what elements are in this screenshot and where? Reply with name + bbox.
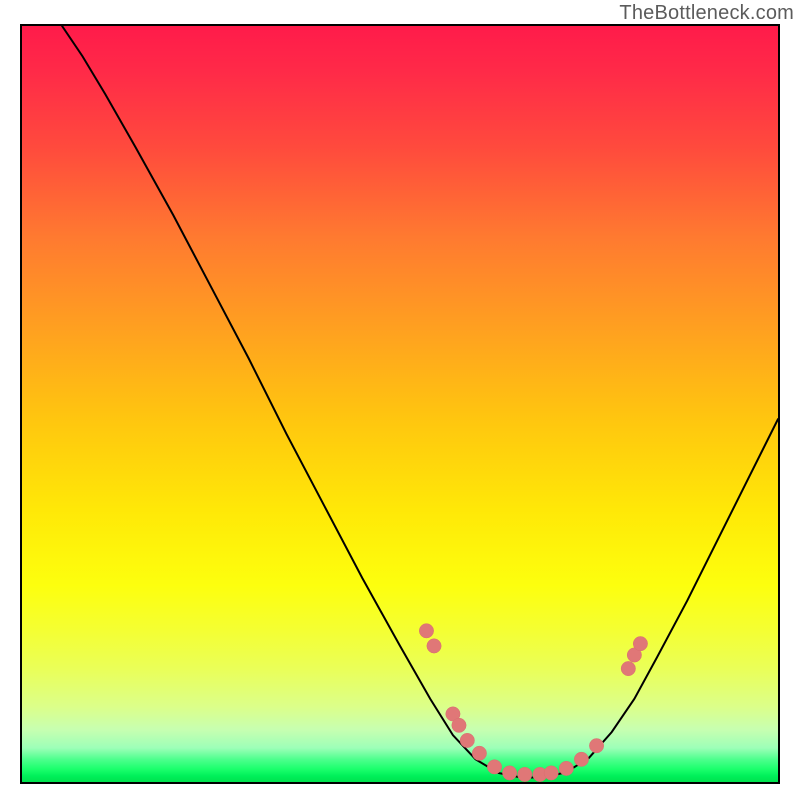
bottleneck-curve	[62, 26, 778, 777]
curve-marker	[487, 760, 501, 774]
curve-marker	[621, 661, 635, 675]
curve-svg	[22, 26, 778, 782]
plot-area	[20, 24, 780, 784]
curve-marker	[460, 733, 474, 747]
curve-marker	[452, 718, 466, 732]
curve-marker	[559, 761, 573, 775]
curve-marker	[633, 636, 647, 650]
chart-frame: TheBottleneck.com	[0, 0, 800, 800]
watermark-text: TheBottleneck.com	[619, 2, 794, 25]
curve-marker	[544, 766, 558, 780]
curve-marker	[472, 746, 486, 760]
curve-markers	[419, 624, 647, 782]
curve-marker	[427, 639, 441, 653]
curve-marker	[518, 767, 532, 781]
curve-marker	[574, 752, 588, 766]
curve-marker	[502, 766, 516, 780]
curve-marker	[419, 624, 433, 638]
curve-marker	[589, 739, 603, 753]
